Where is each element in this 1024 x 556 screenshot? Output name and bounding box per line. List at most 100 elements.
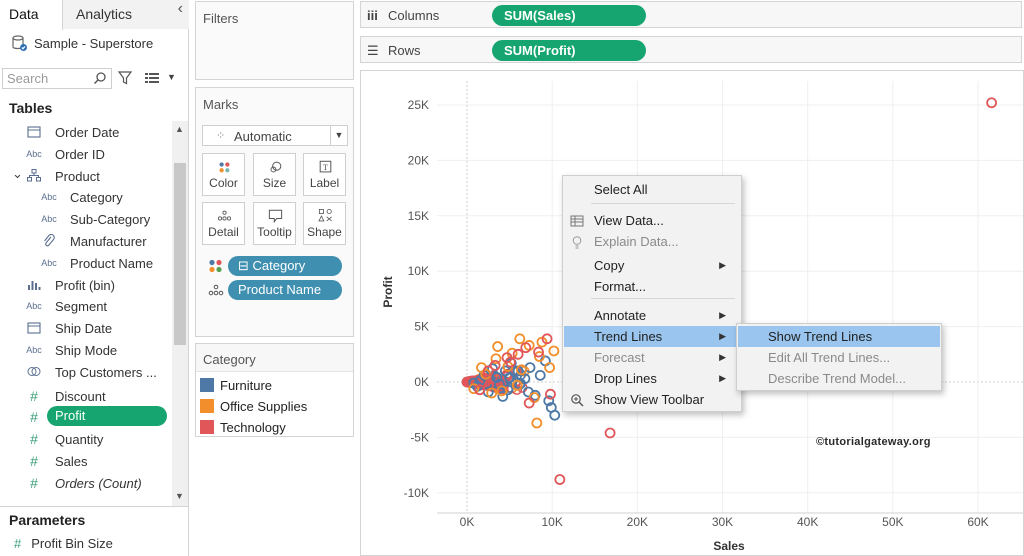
field-label: Product Name [70,255,154,271]
bin-chart-icon [25,278,43,293]
hash-icon: # [30,409,38,426]
submenu-item-edit-all-trend-lines[interactable]: Edit All Trend Lines... [738,347,940,368]
fields-scrollbar[interactable]: ▲ ▼ [172,121,188,506]
pill-label: Product Name [238,282,322,297]
menu-item-drop-lines[interactable]: Drop Lines ▶ [564,368,740,389]
scroll-up-icon[interactable]: ▲ [175,124,184,134]
menu-item-label: Explain Data... [594,234,679,249]
menu-item-select-all[interactable]: Select All [564,179,740,200]
datasource-name: Sample - Superstore [34,35,154,51]
hash-icon: # [30,474,38,491]
label-button[interactable]: T Label [303,153,346,196]
field-item[interactable]: Profit (bin) [0,275,172,296]
menu-item-show-view-toolbar[interactable]: Show View Toolbar [564,389,740,410]
field-item[interactable]: Top Customers ... [0,362,172,383]
rows-shelf[interactable]: ☰ Rows SUM(Profit) [360,36,1022,63]
color-button[interactable]: Color [202,153,245,196]
mark-type-dropdown[interactable]: ⁘ Automatic ▼ [202,125,348,146]
trend-lines-submenu: Show Trend Lines Edit All Trend Lines... D… [736,323,942,391]
svg-text:T: T [323,163,328,172]
columns-shelf[interactable]: iii Columns SUM(Sales) [360,1,1022,28]
menu-item-copy[interactable]: Copy ▶ [564,255,740,276]
tooltip-button[interactable]: Tooltip [253,202,296,245]
field-item[interactable]: # Discount [0,386,172,407]
legend-item[interactable]: Technology [200,418,286,436]
category-color-pill[interactable]: ⊟ Category [228,256,342,276]
legend-item[interactable]: Furniture [200,376,272,394]
legend-label: Furniture [220,377,273,393]
field-item[interactable]: Abc Sub-Category [0,209,172,230]
scroll-down-icon[interactable]: ▼ [175,491,184,501]
menu-item-explain-data[interactable]: Explain Data... [564,231,740,252]
hash-icon: # [30,387,38,404]
field-item[interactable]: # Profit [0,406,172,428]
field-item[interactable]: # Quantity [0,429,172,450]
size-button[interactable]: Size [253,153,296,196]
menu-item-annotate[interactable]: Annotate ▶ [564,305,740,326]
shape-button[interactable]: Shape [303,202,346,245]
y-tick-label: 20K [408,153,429,167]
search-icon[interactable] [93,71,107,85]
color-encoding-icon [209,259,222,273]
shape-icon [318,208,332,222]
sum-profit-pill[interactable]: SUM(Profit) [492,40,646,61]
list-view-icon[interactable] [145,72,159,84]
submenu-item-describe-trend-model[interactable]: Describe Trend Model... [738,368,940,389]
view-options-caret-icon[interactable]: ▼ [167,72,176,82]
menu-item-trend-lines[interactable]: Trend Lines ▶ [564,326,740,347]
field-item[interactable]: Manufacturer [0,231,172,252]
field-item[interactable]: Abc Product Name [0,253,172,274]
field-item[interactable]: Abc Ship Mode [0,340,172,361]
chevron-right-icon: ▶ [719,331,726,341]
product-name-detail-pill[interactable]: Product Name [228,280,342,300]
chevron-down-icon[interactable]: ⌄ [12,166,23,182]
abc-icon: Abc [26,301,42,312]
sum-sales-pill[interactable]: SUM(Sales) [492,5,646,26]
chevron-right-icon: ▶ [719,310,726,320]
menu-item-format[interactable]: Format... [564,276,740,297]
menu-item-label: Show View Toolbar [594,392,705,407]
field-item[interactable]: Abc Order ID [0,144,172,165]
collapse-pane-icon[interactable]: ‹ [178,0,183,18]
search-box[interactable] [2,68,112,89]
tab-analytics[interactable]: Analytics [63,0,189,29]
field-label: Quantity [55,432,104,448]
menu-item-view-data[interactable]: View Data... [564,210,740,231]
chevron-down-icon[interactable]: ▼ [330,126,347,145]
field-item[interactable]: Order Date [0,122,172,143]
field-label: Segment [55,299,108,315]
field-label: Product [55,168,100,184]
columns-label: Columns [388,8,440,23]
y-tick-label: 25K [408,98,429,112]
field-item[interactable]: Abc Segment [0,296,172,317]
tab-data[interactable]: Data [0,0,63,30]
menu-item-label: Copy [594,258,625,273]
menu-item-forecast[interactable]: Forecast ▶ [564,347,740,368]
rows-icon: ☰ [367,43,379,58]
field-item[interactable]: Abc Category [0,187,172,208]
data-point [512,348,524,360]
y-tick-label: 10K [408,264,429,278]
detail-label: Detail [208,225,239,239]
hierarchy-collapse-icon[interactable]: ⊟ [238,258,253,273]
legend-item[interactable]: Office Supplies [200,397,307,415]
detail-button[interactable]: Detail [202,202,245,245]
x-tick-label: 50K [882,515,903,529]
submenu-item-show-trend-lines[interactable]: Show Trend Lines [738,326,940,347]
field-item[interactable]: ⌄ Product [0,166,172,187]
scrollbar-thumb[interactable] [174,163,186,345]
set-icon [25,365,43,380]
y-tick-label: 5K [414,320,429,334]
data-point [549,409,561,421]
y-tick-label: 0K [414,375,429,389]
search-input[interactable] [3,69,91,88]
datasource-item[interactable]: Sample - Superstore [12,34,153,52]
divider [0,506,189,507]
filters-card[interactable]: Filters [195,1,354,80]
field-item[interactable]: # Orders (Count) [0,473,172,494]
field-item[interactable]: Ship Date [0,318,172,339]
filter-icon[interactable] [118,71,132,85]
y-tick-label: 15K [408,209,429,223]
field-item[interactable]: # Sales [0,451,172,472]
parameter-item[interactable]: # Profit Bin Size [14,536,113,551]
